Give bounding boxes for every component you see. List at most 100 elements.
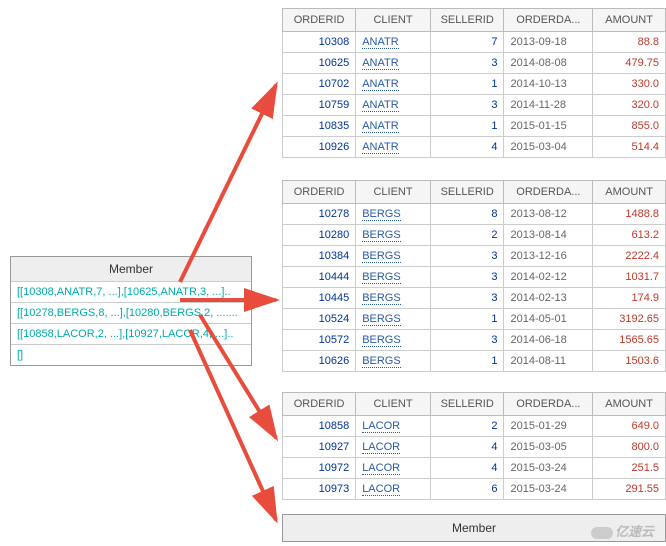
cell: 800.0 (593, 437, 666, 458)
cell: 1565.65 (593, 330, 666, 351)
cell: 2014-02-13 (504, 288, 593, 309)
table-row: 10927LACOR42015-03-05800.0 (283, 437, 666, 458)
member-source-box: Member [[10308,ANATR,7, ...],[10625,ANAT… (10, 256, 252, 366)
cell: 2014-02-12 (504, 267, 593, 288)
cell: BERGS (356, 225, 431, 246)
cell: 2014-11-28 (504, 95, 593, 116)
member-row: [[10308,ANATR,7, ...],[10625,ANATR,3, ..… (11, 282, 251, 303)
table-row: 10973LACOR62015-03-24291.55 (283, 479, 666, 500)
cell: 8 (430, 204, 504, 225)
cell: 2014-06-18 (504, 330, 593, 351)
cell: BERGS (356, 246, 431, 267)
cell: 514.4 (593, 137, 666, 158)
cell: 10858 (283, 416, 356, 437)
cell: 2014-05-01 (504, 309, 593, 330)
table-row: 10524BERGS12014-05-013192.65 (283, 309, 666, 330)
table-row: 10858LACOR22015-01-29649.0 (283, 416, 666, 437)
table-row: 10445BERGS32014-02-13174.9 (283, 288, 666, 309)
cell: 330.0 (593, 74, 666, 95)
column-header: CLIENT (356, 9, 431, 32)
cell: BERGS (356, 351, 431, 372)
cell: 251.5 (593, 458, 666, 479)
cell: 10572 (283, 330, 356, 351)
cell: 1 (430, 116, 504, 137)
column-header: ORDERID (283, 393, 356, 416)
cell: 10444 (283, 267, 356, 288)
empty-member-label: Member (452, 521, 496, 535)
column-header: AMOUNT (593, 9, 666, 32)
cell: 649.0 (593, 416, 666, 437)
cell: ANATR (356, 137, 431, 158)
cell: 10524 (283, 309, 356, 330)
cell: 10702 (283, 74, 356, 95)
cell: BERGS (356, 204, 431, 225)
cell: 10927 (283, 437, 356, 458)
cell: 1 (430, 351, 504, 372)
cell: 174.9 (593, 288, 666, 309)
cell: 10280 (283, 225, 356, 246)
cell: 613.2 (593, 225, 666, 246)
cell: 10278 (283, 204, 356, 225)
cell: LACOR (356, 479, 431, 500)
cell: 10626 (283, 351, 356, 372)
table-row: 10384BERGS32013-12-162222.4 (283, 246, 666, 267)
data-table: ORDERIDCLIENTSELLERIDORDERDA...AMOUNT103… (282, 8, 666, 158)
cell: 1 (430, 74, 504, 95)
cell: 7 (430, 32, 504, 53)
cell: 2015-03-24 (504, 479, 593, 500)
cell: 1488.8 (593, 204, 666, 225)
data-table: ORDERIDCLIENTSELLERIDORDERDA...AMOUNT108… (282, 392, 666, 500)
cell: BERGS (356, 309, 431, 330)
column-header: ORDERID (283, 181, 356, 204)
column-header: CLIENT (356, 393, 431, 416)
cell: 10835 (283, 116, 356, 137)
table-row: 10278BERGS82013-08-121488.8 (283, 204, 666, 225)
cell: 320.0 (593, 95, 666, 116)
column-header: AMOUNT (593, 181, 666, 204)
cell: 855.0 (593, 116, 666, 137)
cell: 2014-08-08 (504, 53, 593, 74)
cell: LACOR (356, 416, 431, 437)
cell: 10445 (283, 288, 356, 309)
cell: 4 (430, 137, 504, 158)
cell: 3 (430, 95, 504, 116)
member-row: [] (11, 345, 251, 365)
column-header: SELLERID (430, 181, 504, 204)
cell: 2015-01-15 (504, 116, 593, 137)
cell: 1031.7 (593, 267, 666, 288)
cell: 479.75 (593, 53, 666, 74)
data-table: ORDERIDCLIENTSELLERIDORDERDA...AMOUNT102… (282, 180, 666, 372)
cell: BERGS (356, 330, 431, 351)
table-row: 10972LACOR42015-03-24251.5 (283, 458, 666, 479)
table-row: 10625ANATR32014-08-08479.75 (283, 53, 666, 74)
cell: 3 (430, 53, 504, 74)
member-row: [[10278,BERGS,8, ...],[10280,BERGS,2, ..… (11, 303, 251, 324)
cell: LACOR (356, 458, 431, 479)
member-header: Member (11, 257, 251, 282)
cell: 10759 (283, 95, 356, 116)
cloud-icon (591, 527, 613, 539)
cell: 291.55 (593, 479, 666, 500)
table-row: 10702ANATR12014-10-13330.0 (283, 74, 666, 95)
column-header: SELLERID (430, 9, 504, 32)
cell: 2 (430, 225, 504, 246)
column-header: AMOUNT (593, 393, 666, 416)
cell: 2013-09-18 (504, 32, 593, 53)
cell: 10972 (283, 458, 356, 479)
table-row: 10444BERGS32014-02-121031.7 (283, 267, 666, 288)
cell: 2015-03-05 (504, 437, 593, 458)
column-header: ORDERDA... (504, 181, 593, 204)
cell: 3192.65 (593, 309, 666, 330)
cell: 6 (430, 479, 504, 500)
cell: ANATR (356, 32, 431, 53)
cell: 2013-12-16 (504, 246, 593, 267)
cell: ANATR (356, 74, 431, 95)
cell: 2014-10-13 (504, 74, 593, 95)
cell: 1503.6 (593, 351, 666, 372)
cell: 3 (430, 288, 504, 309)
cell: 3 (430, 267, 504, 288)
cell: 10926 (283, 137, 356, 158)
cell: 2015-03-04 (504, 137, 593, 158)
watermark-logo: 亿速云 (591, 521, 654, 540)
column-header: ORDERDA... (504, 9, 593, 32)
